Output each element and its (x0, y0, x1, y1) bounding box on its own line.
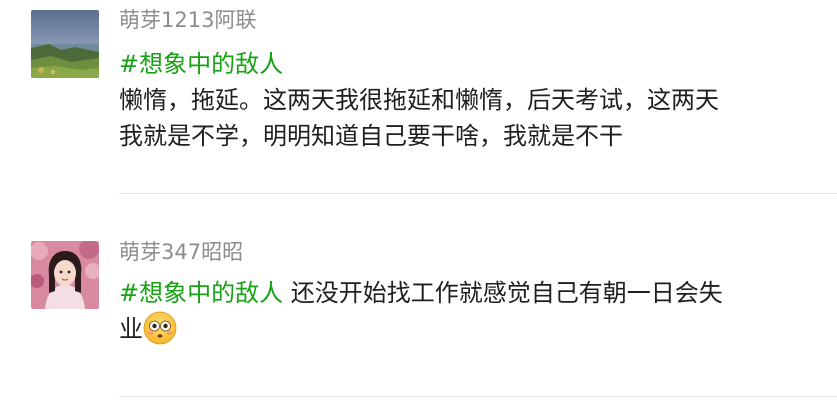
comment-text-line: 还没开始找工作就感觉自己有朝一日会失 (283, 279, 723, 307)
flushed-face-emoji-icon (143, 311, 177, 345)
comment-text-line: 业 (119, 315, 143, 343)
comment-feed: 萌芽1213阿联 #想象中的敌人 懒惰，拖延。这两天我很拖延和懒惰，后天考试，这… (0, 0, 837, 400)
comment-text: #想象中的敌人 还没开始找工作就感觉自己有朝一日会失 业 (119, 275, 824, 347)
hashtag-link[interactable]: #想象中的敌人 (119, 279, 283, 307)
hashtag-link[interactable]: #想象中的敌人 (119, 50, 283, 78)
comment-text: #想象中的敌人 懒惰，拖延。这两天我很拖延和懒惰，后天考试，这两天 我就是不学，… (119, 46, 824, 154)
username[interactable]: 萌芽1213阿联 (119, 7, 256, 33)
divider (119, 193, 837, 194)
username[interactable]: 萌芽347昭昭 (119, 239, 243, 265)
avatar[interactable] (31, 10, 99, 78)
avatar[interactable] (31, 241, 99, 309)
divider (119, 396, 837, 397)
comment-item: 萌芽347昭昭 #想象中的敌人 还没开始找工作就感觉自己有朝一日会失 业 (0, 195, 837, 400)
comment-text-line: 懒惰，拖延。这两天我很拖延和懒惰，后天考试，这两天 (119, 86, 719, 114)
portrait-photo-avatar-icon (31, 241, 99, 309)
comment-item: 萌芽1213阿联 #想象中的敌人 懒惰，拖延。这两天我很拖延和懒惰，后天考试，这… (0, 0, 837, 193)
comment-text-line: 我就是不学，明明知道自己要干啥，我就是不干 (119, 122, 623, 150)
landscape-photo-avatar-icon (31, 10, 99, 78)
